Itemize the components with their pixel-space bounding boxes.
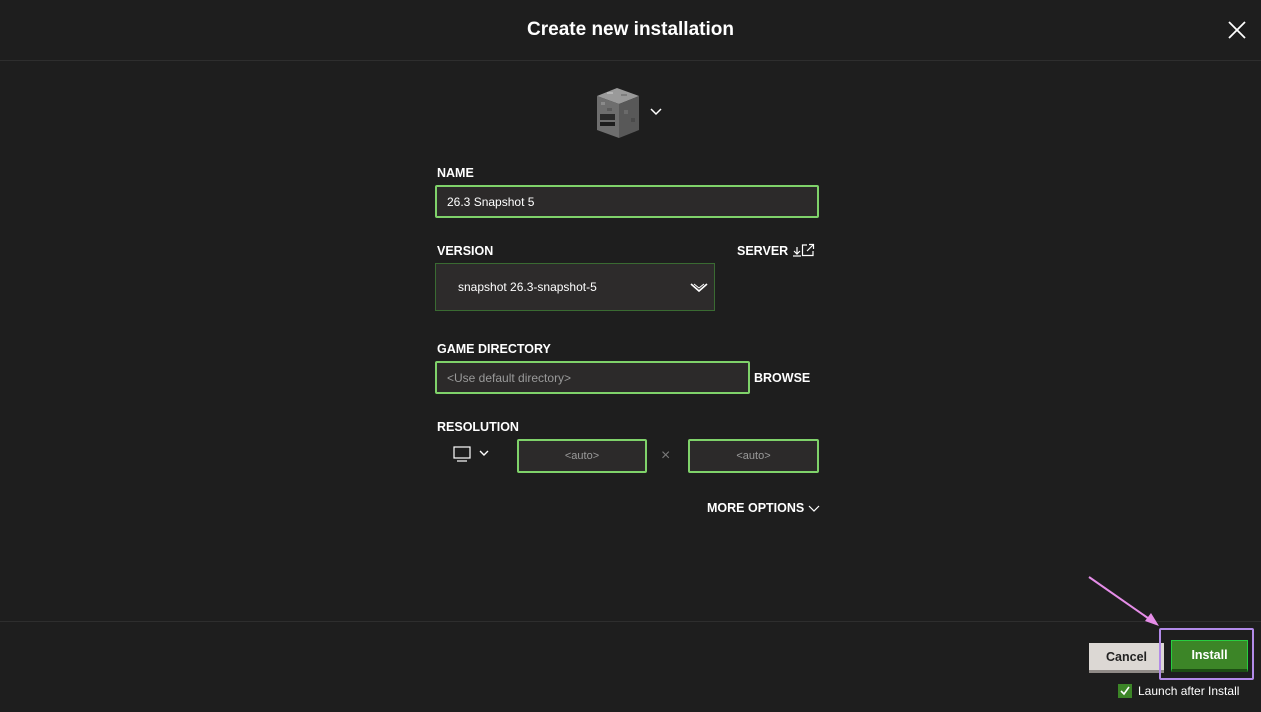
resolution-width-input[interactable]: <auto>: [517, 439, 647, 473]
resolution-preset-dropdown[interactable]: [452, 445, 494, 465]
version-label: VERSION: [437, 244, 494, 258]
version-dropdown[interactable]: snapshot 26.3-snapshot-5: [435, 263, 715, 311]
server-download-link[interactable]: SERVER: [737, 244, 802, 258]
install-button[interactable]: Install: [1171, 640, 1248, 672]
check-icon: [1120, 686, 1130, 696]
name-input[interactable]: 26.3 Snapshot 5: [435, 185, 819, 218]
furnace-block-icon: [597, 88, 639, 138]
dialog-title: Create new installation: [527, 19, 734, 40]
server-label: SERVER: [737, 244, 789, 258]
installation-icon-picker[interactable]: [593, 88, 668, 140]
chevron-down-icon: [690, 283, 708, 293]
version-selected-value: snapshot 26.3-snapshot-5: [458, 280, 597, 294]
name-label: NAME: [437, 166, 474, 180]
game-directory-label: GAME DIRECTORY: [437, 342, 551, 356]
monitor-icon: [453, 446, 471, 462]
resolution-separator: ×: [661, 447, 671, 464]
browse-button[interactable]: BROWSE: [754, 371, 810, 385]
external-link-icon[interactable]: [801, 243, 815, 260]
cancel-button[interactable]: Cancel: [1089, 643, 1164, 673]
close-icon[interactable]: [1225, 18, 1249, 42]
resolution-height-input[interactable]: <auto>: [688, 439, 819, 473]
resolution-label: RESOLUTION: [437, 420, 519, 434]
annotation-arrow: [1088, 576, 1159, 626]
launch-after-install-checkbox[interactable]: [1118, 684, 1132, 698]
chevron-down-icon: [650, 108, 662, 116]
footer-divider: [0, 621, 1261, 622]
dialog-header: Create new installation: [0, 0, 1261, 61]
game-directory-input[interactable]: <Use default directory>: [435, 361, 750, 394]
more-options-button[interactable]: MORE OPTIONS: [707, 501, 820, 515]
launch-after-install-label: Launch after Install: [1138, 684, 1240, 698]
more-options-label: MORE OPTIONS: [707, 501, 805, 515]
chevron-down-icon: [808, 505, 820, 512]
chevron-down-icon: [479, 450, 489, 456]
